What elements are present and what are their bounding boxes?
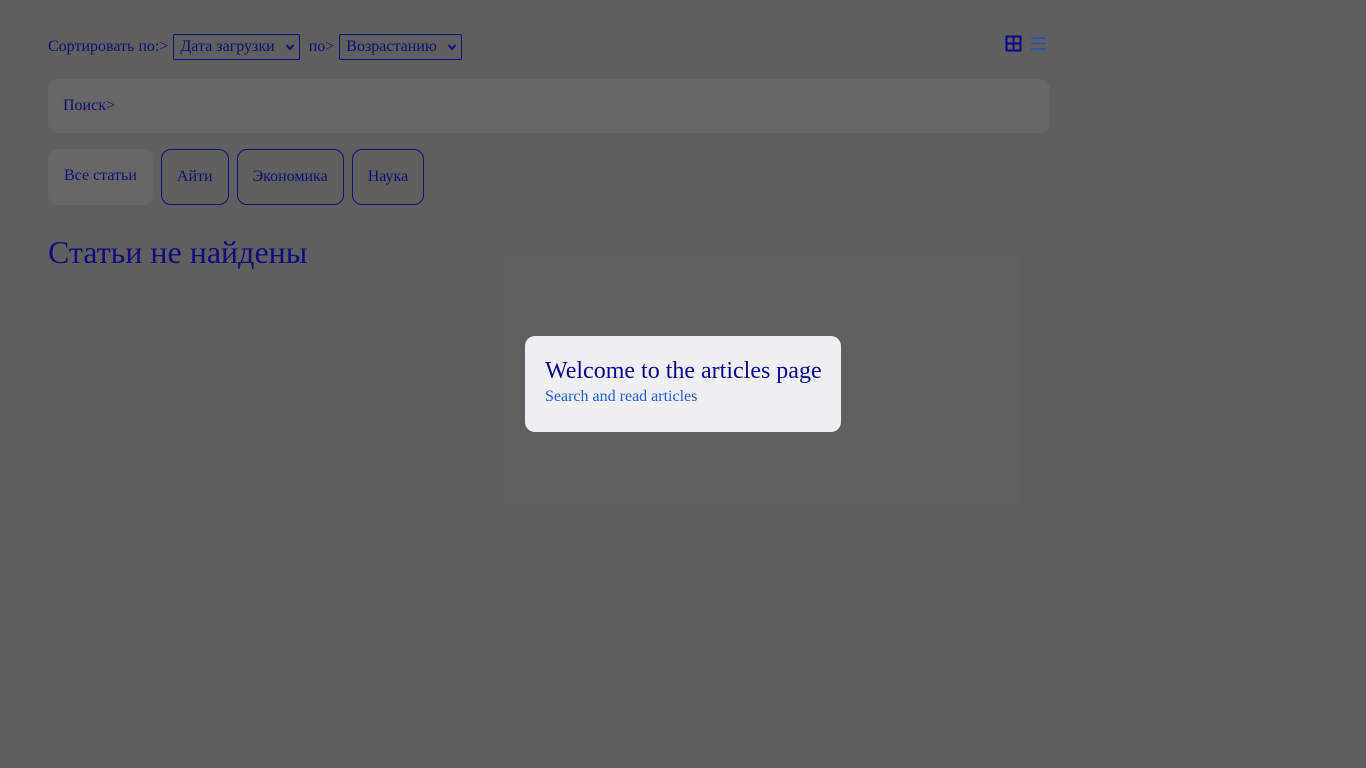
tab-label: Наука <box>367 168 409 185</box>
grid-view-icon[interactable] <box>1005 35 1022 52</box>
chevron-down-icon <box>447 44 457 51</box>
chevron-down-icon <box>285 44 294 51</box>
modal-title: Welcome to the articles page <box>545 358 822 384</box>
search-input[interactable]: Поиск> <box>48 79 1050 133</box>
sort-bar: Сортировать по:> Дата загрузки по> Возра… <box>48 34 462 60</box>
tab-label: Экономика <box>252 168 328 185</box>
welcome-modal[interactable]: Welcome to the articles page Search and … <box>525 336 841 432</box>
tab-economics[interactable]: Экономика <box>236 149 344 205</box>
tab-it[interactable]: Айти <box>160 149 229 205</box>
tab-label: Все статьи <box>64 167 137 184</box>
sort-field-select[interactable]: Дата загрузки <box>173 34 300 60</box>
sort-order-label: по> <box>308 38 335 55</box>
sort-order-select[interactable]: Возрастанию <box>339 34 462 60</box>
tab-label: Айти <box>176 168 213 185</box>
category-tabs: Все статьи Айти Экономика Наука <box>48 149 425 205</box>
sort-by-label: Сортировать по:> <box>48 38 169 55</box>
sort-field-value: Дата загрузки <box>180 38 275 55</box>
articles-page: Сортировать по:> Дата загрузки по> Возра… <box>0 0 1366 768</box>
tab-all-articles[interactable]: Все статьи <box>48 149 153 205</box>
tab-science[interactable]: Наука <box>351 149 425 205</box>
view-toggles <box>1005 35 1047 52</box>
search-label: Поиск> <box>63 97 116 114</box>
list-view-icon[interactable] <box>1030 35 1047 52</box>
modal-subtitle: Search and read articles <box>545 388 698 405</box>
sort-order-value: Возрастанию <box>346 38 437 55</box>
empty-state-message: Статьи не найдены <box>48 234 308 270</box>
